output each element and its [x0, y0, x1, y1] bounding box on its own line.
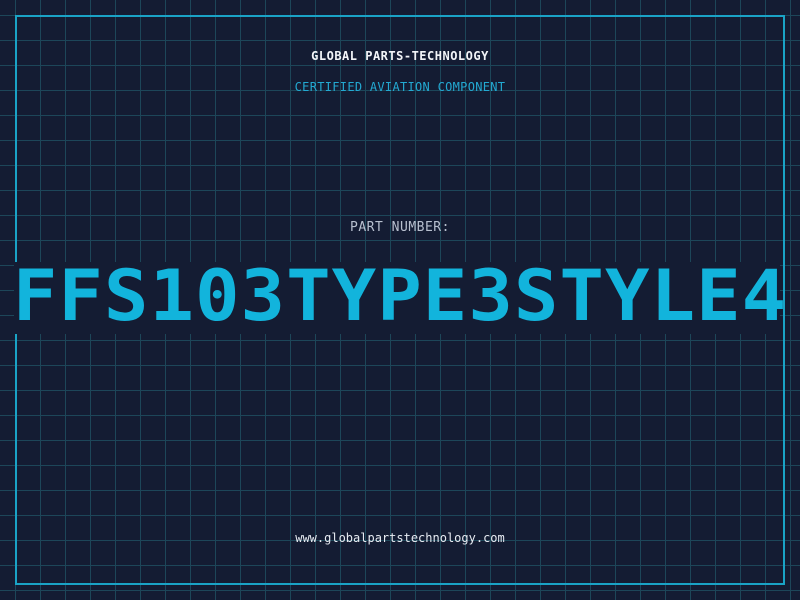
- website-url: www.globalpartstechnology.com: [295, 531, 505, 545]
- part-number-label: PART NUMBER:: [350, 220, 450, 235]
- certification-subtitle: CERTIFIED AVIATION COMPONENT: [294, 80, 506, 94]
- certificate-canvas: GLOBAL PARTS-TECHNOLOGY CERTIFIED AVIATI…: [0, 0, 800, 600]
- company-name: GLOBAL PARTS-TECHNOLOGY: [311, 49, 489, 63]
- part-number-value: FFS103TYPE3STYLE4: [12, 255, 788, 337]
